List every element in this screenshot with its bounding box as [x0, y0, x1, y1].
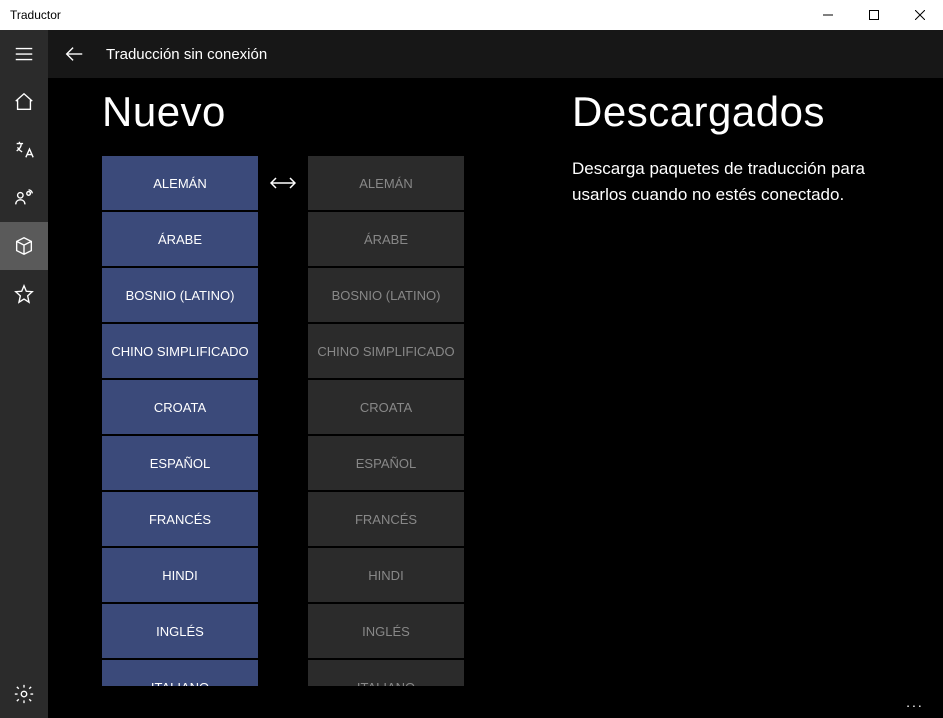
minimize-button[interactable]	[805, 0, 851, 30]
target-language-item[interactable]: HINDI	[308, 548, 464, 602]
source-language-item[interactable]: FRANCÉS	[102, 492, 258, 546]
source-language-list[interactable]: ALEMÁNÁRABEBOSNIO (LATINO)CHINO SIMPLIFI…	[102, 156, 258, 686]
source-language-item[interactable]: ESPAÑOL	[102, 436, 258, 490]
conversation-icon[interactable]	[0, 174, 48, 222]
target-language-list[interactable]: ALEMÁNÁRABEBOSNIO (LATINO)CHINO SIMPLIFI…	[308, 156, 464, 686]
target-language-item[interactable]: ÁRABE	[308, 212, 464, 266]
page-title: Traducción sin conexión	[106, 46, 267, 63]
offline-packages-icon[interactable]	[0, 222, 48, 270]
source-language-item[interactable]: CROATA	[102, 380, 258, 434]
home-icon[interactable]	[0, 78, 48, 126]
window-controls	[805, 0, 943, 30]
window-titlebar: Traductor	[0, 0, 943, 30]
target-language-item[interactable]: ALEMÁN	[308, 156, 464, 210]
back-button[interactable]	[62, 42, 86, 66]
target-language-item[interactable]: INGLÉS	[308, 604, 464, 658]
swap-languages-button[interactable]	[268, 156, 298, 210]
source-language-item[interactable]: CHINO SIMPLIFICADO	[102, 324, 258, 378]
target-language-item[interactable]: FRANCÉS	[308, 492, 464, 546]
target-language-item[interactable]: CROATA	[308, 380, 464, 434]
source-language-item[interactable]: ÁRABE	[102, 212, 258, 266]
downloaded-heading: Descargados	[572, 88, 913, 136]
source-language-item[interactable]: INGLÉS	[102, 604, 258, 658]
target-language-item[interactable]: CHINO SIMPLIFICADO	[308, 324, 464, 378]
source-language-item[interactable]: HINDI	[102, 548, 258, 602]
target-language-item[interactable]: BOSNIO (LATINO)	[308, 268, 464, 322]
target-language-item[interactable]: ESPAÑOL	[308, 436, 464, 490]
new-heading: Nuevo	[102, 88, 532, 136]
sidebar	[0, 30, 48, 718]
favorites-icon[interactable]	[0, 270, 48, 318]
topbar: Traducción sin conexión	[48, 30, 943, 78]
target-language-item[interactable]: ITALIANO	[308, 660, 464, 686]
settings-icon[interactable]	[0, 670, 48, 718]
source-language-item[interactable]: ITALIANO	[102, 660, 258, 686]
maximize-button[interactable]	[851, 0, 897, 30]
source-language-item[interactable]: ALEMÁN	[102, 156, 258, 210]
window-title: Traductor	[10, 8, 805, 22]
downloaded-description: Descarga paquetes de traducción para usa…	[572, 156, 913, 207]
more-button[interactable]: ...	[897, 690, 933, 714]
hamburger-button[interactable]	[0, 30, 48, 78]
source-language-item[interactable]: BOSNIO (LATINO)	[102, 268, 258, 322]
translate-icon[interactable]	[0, 126, 48, 174]
close-button[interactable]	[897, 0, 943, 30]
